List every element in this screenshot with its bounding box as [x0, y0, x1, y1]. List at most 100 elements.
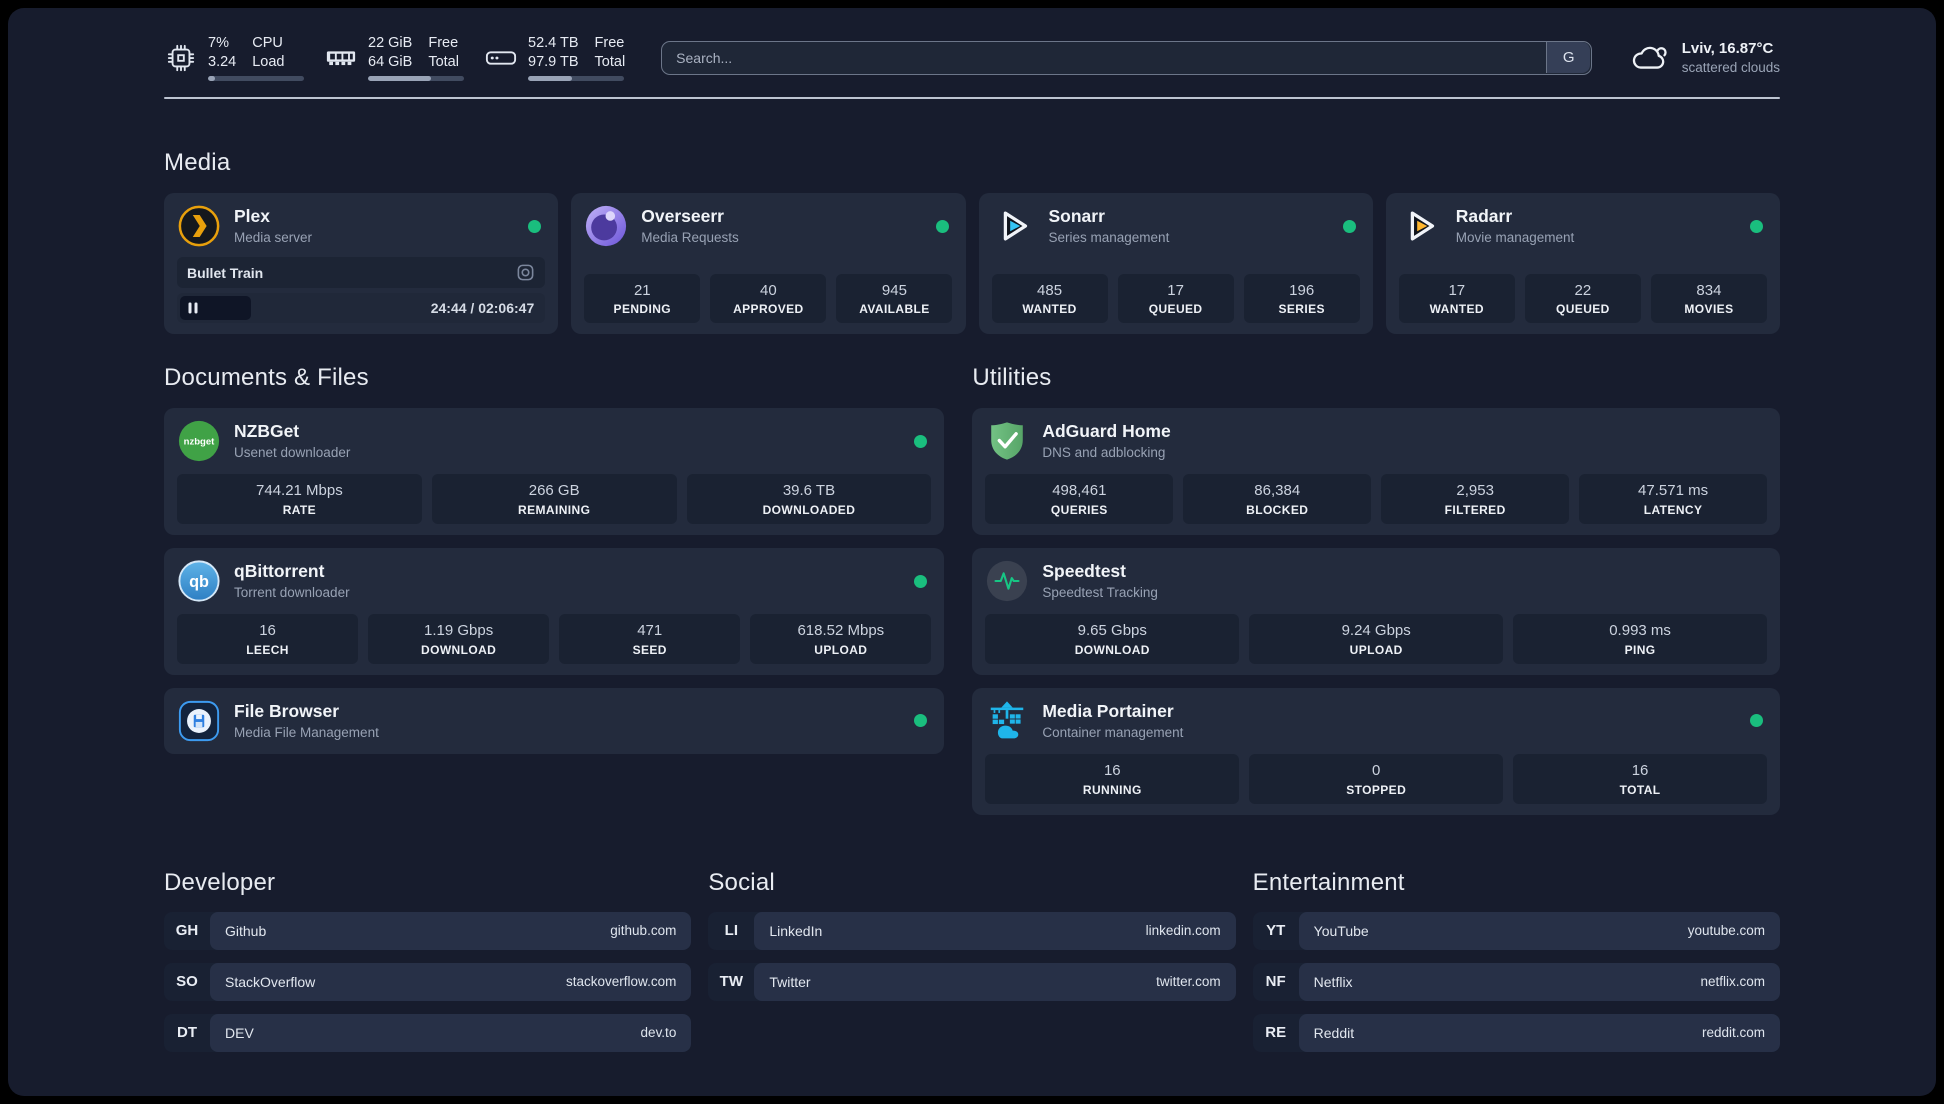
- section-utilities: Utilities AdGuard Home DNS and adblocking…: [972, 364, 1780, 815]
- pause-icon[interactable]: [188, 302, 198, 314]
- service-card-file-browser[interactable]: File Browser Media File Management: [164, 687, 945, 754]
- cpu-stat-text: CPU: [252, 35, 283, 51]
- bookmark-url: github.com: [610, 923, 677, 938]
- bookmark-reddit[interactable]: RE Reddit reddit.com: [1252, 1013, 1780, 1052]
- bookmark-youtube[interactable]: YT YouTube youtube.com: [1252, 911, 1780, 950]
- camera-icon[interactable]: [516, 263, 535, 282]
- status-dot-online: [1750, 219, 1763, 233]
- memory-stat: 22 GiB 64 GiB Free Total: [324, 34, 464, 82]
- search-bar[interactable]: G: [661, 40, 1592, 75]
- section-title-entertainment: Entertainment: [1252, 868, 1405, 896]
- stat-box: 0.993 ms PING: [1513, 614, 1768, 664]
- adguard-logo: [985, 419, 1029, 463]
- sonarr-logo: [992, 204, 1036, 248]
- stat-label: UPLOAD: [1349, 642, 1403, 657]
- stat-label: TOTAL: [1619, 782, 1661, 797]
- service-subtitle: Usenet downloader: [234, 445, 351, 461]
- service-title: Overseerr: [641, 206, 724, 227]
- section-title-social: Social: [708, 868, 775, 896]
- stat-value: 485: [1037, 281, 1063, 299]
- stat-box: 471 SEED: [559, 614, 741, 664]
- cloud-icon: [1628, 42, 1670, 74]
- stat-box: 744.21 Mbps RATE: [177, 474, 422, 524]
- bookmark-name: Netflix: [1313, 973, 1353, 990]
- service-subtitle: DNS and adblocking: [1042, 445, 1166, 461]
- service-subtitle: Movie management: [1455, 230, 1575, 246]
- stat-value: 834: [1696, 281, 1722, 299]
- search-provider-button[interactable]: G: [1546, 42, 1591, 74]
- bookmark-abbr: TW: [719, 973, 743, 990]
- stat-label: SEED: [632, 642, 667, 657]
- stat-box: 485 WANTED: [991, 273, 1108, 324]
- stat-label: AVAILABLE: [859, 302, 930, 317]
- bookmark-twitter[interactable]: TW Twitter twitter.com: [708, 962, 1236, 1001]
- bookmark-github[interactable]: GH Github github.com: [164, 911, 692, 950]
- search-input[interactable]: [661, 40, 1592, 75]
- memory-stat-text: Total: [428, 54, 459, 71]
- now-playing-title: Bullet Train: [187, 264, 264, 281]
- stat-box: 17 QUEUED: [1117, 273, 1234, 324]
- mid-sections: Documents & Files nzbget NZBGet Usenet dow…: [164, 364, 1780, 815]
- stat-value: 498,461: [1052, 482, 1107, 500]
- service-title: AdGuard Home: [1042, 421, 1171, 442]
- stat-label: REMAINING: [518, 503, 591, 517]
- stat-value: 39.6 TB: [782, 482, 836, 500]
- stat-box: 47.571 ms LATENCY: [1579, 474, 1768, 524]
- overseerr-logo: [584, 204, 628, 248]
- stat-label: PENDING: [613, 302, 672, 317]
- bookmark-linkedin[interactable]: LI LinkedIn linkedin.com: [708, 911, 1236, 950]
- stat-label: RATE: [282, 503, 317, 517]
- bookmark-netflix[interactable]: NF Netflix netflix.com: [1252, 962, 1780, 1001]
- section-title-utilities: Utilities: [972, 364, 1052, 392]
- bookmark-url: twitter.com: [1156, 974, 1221, 989]
- service-title: Media Portainer: [1042, 700, 1174, 721]
- bookmark-group-social: Social LI LinkedIn linkedin.com TW Twitter twi…: [708, 868, 1236, 1052]
- memory-stat-text: 22 GiB: [368, 35, 413, 51]
- status-dot-online: [914, 574, 928, 588]
- stat-label: DOWNLOAD: [1074, 642, 1150, 657]
- bookmark-abbr: YT: [1266, 922, 1286, 939]
- status-dot-online: [1342, 219, 1356, 233]
- bookmark-stackoverflow[interactable]: SO StackOverflow stackoverflow.com: [164, 962, 692, 1001]
- cpu-stat-text: Load: [252, 54, 285, 71]
- service-card-sonarr[interactable]: Sonarr Series management 485 WANTED 17 QUEUED…: [978, 193, 1373, 335]
- bookmark-abbr: SO: [176, 973, 198, 990]
- service-card-radarr[interactable]: Radarr Movie management 17 WANTED 22 QUEUED 83…: [1385, 193, 1780, 335]
- stat-label: QUEUED: [1148, 302, 1203, 317]
- status-dot-online: [528, 219, 542, 233]
- service-card-speedtest[interactable]: Speedtest Speedtest Tracking 9.65 Gbps DOWN…: [972, 548, 1780, 675]
- service-subtitle: Torrent downloader: [234, 584, 350, 600]
- service-subtitle: Speedtest Tracking: [1042, 584, 1158, 600]
- bookmark-abbr: DT: [177, 1024, 197, 1041]
- memory-usage-bar: [368, 76, 464, 82]
- disk-stat-text: 52.4 TB: [528, 35, 579, 51]
- player-progress-fill: [180, 296, 251, 321]
- bookmark-abbr: LI: [724, 922, 738, 939]
- stat-box: 266 GB REMAINING: [431, 474, 677, 524]
- bookmark-abbr: GH: [175, 922, 199, 939]
- service-card-media-portainer[interactable]: Media Portainer Container management 16 RUN…: [972, 687, 1780, 815]
- utilities-cards: AdGuard Home DNS and adblocking 498,461 QUE…: [972, 408, 1780, 815]
- bookmark-name: Github: [225, 922, 267, 939]
- bookmark-url: dev.to: [640, 1025, 677, 1040]
- service-card-adguard-home[interactable]: AdGuard Home DNS and adblocking 498,461 QUE…: [972, 408, 1780, 535]
- cpu-usage-bar: [208, 76, 304, 82]
- cpu-icon: [164, 43, 198, 73]
- stat-value: 471: [637, 622, 663, 639]
- stat-label: BLOCKED: [1246, 503, 1309, 517]
- stat-label: APPROVED: [733, 302, 804, 317]
- stat-box: 196 SERIES: [1243, 273, 1360, 324]
- bookmark-dev[interactable]: DT DEV dev.to: [164, 1013, 692, 1052]
- service-card-nzbget[interactable]: nzbget NZBGet Usenet downloader 744.21 Mbps…: [164, 408, 945, 535]
- stat-value: 16: [1631, 761, 1649, 779]
- header-divider: [164, 97, 1780, 100]
- stat-box: 2,953 FILTERED: [1381, 474, 1570, 524]
- service-title: File Browser: [234, 700, 340, 721]
- service-card-qbittorrent[interactable]: qb qBittorrent Torrent downloader 16 LEECH 1.…: [164, 548, 945, 675]
- disk-icon: [484, 47, 518, 69]
- service-card-overseerr[interactable]: Overseerr Media Requests 21 PENDING 40 APPROV…: [571, 193, 966, 335]
- stat-label: RUNNING: [1082, 782, 1142, 797]
- service-card-plex[interactable]: Plex Media server Bullet Train 24:44 / 02:0…: [164, 193, 559, 335]
- service-title: Radarr: [1455, 206, 1513, 227]
- service-title: qBittorrent: [234, 560, 325, 581]
